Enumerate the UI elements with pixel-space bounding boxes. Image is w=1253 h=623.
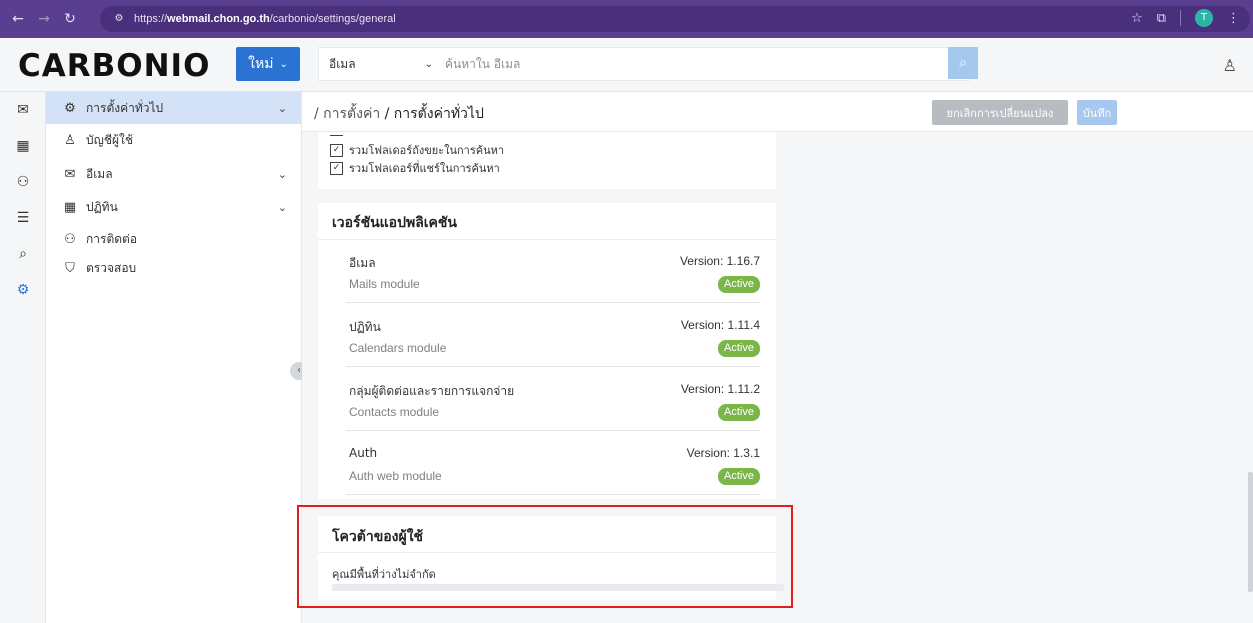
url-text[interactable]: https://webmail.chon.go.th/carbonio/sett…	[134, 13, 396, 25]
back-icon[interactable]: ←	[6, 11, 30, 27]
save-button[interactable]: บันทึก	[1077, 100, 1117, 125]
module-row: กลุ่มผู้ติดต่อและรายการแจกจ่าย Contacts …	[346, 371, 760, 431]
chevron-down-icon: ⌄	[424, 58, 433, 70]
module-version: Version: 1.16.7	[679, 254, 760, 268]
breadcrumb-root[interactable]: / การตั้งค่า	[314, 106, 380, 122]
discard-changes-button[interactable]: ยกเลิกการเปลี่ยนแปลง	[932, 100, 1068, 125]
module-description: Mails module	[349, 277, 420, 291]
chevron-down-icon[interactable]: ⌄	[278, 168, 287, 181]
status-badge: Active	[718, 468, 760, 485]
partial-checkbox	[330, 132, 343, 136]
module-description: Auth web module	[349, 469, 442, 483]
sidebar-item-label: ปฏิทิน	[86, 199, 118, 214]
chevron-down-icon: ⌄	[279, 58, 288, 70]
gear-icon: ⚙	[64, 100, 76, 116]
new-button-label: ใหม่	[248, 56, 274, 72]
calendar-icon[interactable]: ▦	[0, 138, 46, 154]
breadcrumb: / การตั้งค่า / การตั้งค่าทั่วไป	[314, 103, 484, 125]
module-row: อีเมล Mails module Version: 1.16.7 Activ…	[346, 243, 760, 303]
mail-icon[interactable]: ✉	[0, 102, 46, 118]
sidebar-item-calendar[interactable]: ▦ ปฏิทิน ⌄	[46, 191, 301, 223]
extensions-icon[interactable]: ⧉	[1157, 11, 1166, 26]
sidebar-item-general[interactable]: ⚙ การตั้งค่าทั่วไป ⌄	[46, 92, 301, 124]
profile-avatar[interactable]: T	[1195, 9, 1213, 27]
module-row: Auth Auth web module Version: 1.3.1 Acti…	[346, 435, 760, 495]
sidebar-item-label: บัญชีผู้ใช้	[86, 132, 134, 147]
checkbox-include-shared[interactable]: ✓ รวมโฟลเดอร์ที่แชร์ในการค้นหา	[330, 159, 500, 177]
search-input[interactable]	[443, 48, 969, 80]
sidebar-item-account[interactable]: ♙ บัญชีผู้ใช้	[46, 124, 301, 156]
sidebar-item-contacts[interactable]: ⚇ การติดต่อ	[46, 223, 301, 255]
module-name: กลุ่มผู้ติดต่อและรายการแจกจ่าย	[349, 384, 515, 398]
toolbar-divider	[1180, 10, 1181, 26]
search-bar: อีเมล ⌄	[318, 47, 970, 81]
tasks-list-icon[interactable]: ☰	[0, 210, 46, 226]
search-module-select[interactable]: อีเมล ⌄	[319, 48, 443, 80]
app-versions-card: เวอร์ชันแอปพลิเคชัน อีเมล Mails module V…	[318, 203, 776, 499]
module-name: อีเมล	[349, 256, 376, 270]
site-settings-icon[interactable]: ⚙	[112, 12, 126, 26]
checkbox-checked-icon[interactable]: ✓	[330, 161, 343, 175]
status-badge: Active	[718, 276, 760, 293]
app-header: CARBONIO ใหม่ ⌄ อีเมล ⌄ ⌕ ♙	[0, 38, 1253, 92]
module-name: Auth	[349, 446, 378, 460]
calendar-icon: ▦	[63, 199, 77, 215]
user-icon: ♙	[64, 132, 76, 148]
card-title: เวอร์ชันแอปพลิเคชัน	[332, 215, 457, 231]
divider	[318, 239, 776, 240]
sidebar-item-label: การตั้งค่าทั่วไป	[86, 100, 164, 115]
checkbox-include-trash[interactable]: ✓ รวมโฟลเดอร์ถังขยะในการค้นหา	[330, 141, 504, 159]
status-badge: Active	[718, 404, 760, 421]
highlight-annotation	[297, 505, 793, 608]
browser-toolbar: ← → ↻ ⚙ https://webmail.chon.go.th/carbo…	[0, 0, 1253, 38]
search-icon: ⌕	[959, 55, 967, 71]
settings-sidebar: ⚙ การตั้งค่าทั่วไป ⌄ ♙ บัญชีผู้ใช้ ✉ อีเ…	[46, 92, 302, 623]
forward-icon[interactable]: →	[32, 11, 56, 27]
module-version: Version: 1.11.2	[680, 382, 760, 396]
breadcrumb-current: / การตั้งค่าทั่วไป	[384, 106, 484, 122]
status-badge: Active	[718, 340, 760, 357]
new-button[interactable]: ใหม่ ⌄	[236, 47, 300, 81]
search-icon[interactable]: ⌕	[0, 246, 46, 262]
contacts-icon[interactable]: ⚇	[0, 174, 46, 190]
search-options-card: ✓ รวมโฟลเดอร์ถังขยะในการค้นหา ✓ รวมโฟลเด…	[318, 132, 776, 189]
carbonio-logo: CARBONIO	[18, 48, 211, 84]
module-version: Version: 1.3.1	[686, 446, 760, 460]
module-description: Calendars module	[349, 341, 447, 355]
checkbox-checked-icon[interactable]: ✓	[330, 143, 343, 157]
checkbox-label: รวมโฟลเดอร์ที่แชร์ในการค้นหา	[349, 162, 500, 175]
sidebar-item-security[interactable]: ⛉ ตรวจสอบ	[46, 252, 301, 284]
chevron-down-icon[interactable]: ⌄	[278, 201, 287, 214]
settings-topbar: / การตั้งค่า / การตั้งค่าทั่วไป ยกเลิกกา…	[302, 92, 1253, 132]
sidebar-item-label: การติดต่อ	[86, 231, 138, 246]
contacts-icon: ⚇	[64, 231, 76, 247]
browser-menu-icon[interactable]: ⋮	[1227, 11, 1240, 26]
module-row: ปฏิทิน Calendars module Version: 1.11.4 …	[346, 307, 760, 367]
search-module-label: อีเมล	[329, 56, 356, 71]
module-description: Contacts module	[349, 405, 440, 419]
scrollbar[interactable]	[1248, 472, 1253, 592]
chevron-down-icon[interactable]: ⌄	[278, 102, 287, 115]
checkbox-label: รวมโฟลเดอร์ถังขยะในการค้นหา	[349, 144, 505, 157]
account-icon[interactable]: ♙	[1223, 56, 1237, 75]
module-name: ปฏิทิน	[349, 320, 381, 334]
module-version: Version: 1.11.4	[680, 318, 760, 332]
sidebar-item-label: ตรวจสอบ	[86, 260, 137, 275]
sidebar-item-mail[interactable]: ✉ อีเมล ⌄	[46, 158, 301, 190]
bookmark-star-icon[interactable]: ☆	[1131, 11, 1143, 26]
reload-icon[interactable]: ↻	[58, 11, 82, 27]
address-bar[interactable]: ⚙ https://webmail.chon.go.th/carbonio/se…	[100, 6, 1250, 32]
search-button[interactable]: ⌕	[948, 47, 978, 79]
settings-icon[interactable]: ⚙	[0, 282, 46, 298]
mail-icon: ✉	[64, 166, 76, 182]
shield-icon: ⛉	[65, 260, 75, 276]
sidebar-item-label: อีเมล	[86, 166, 113, 181]
module-rail: ✉ ▦ ⚇ ☰ ⌕ ⚙	[0, 92, 46, 623]
